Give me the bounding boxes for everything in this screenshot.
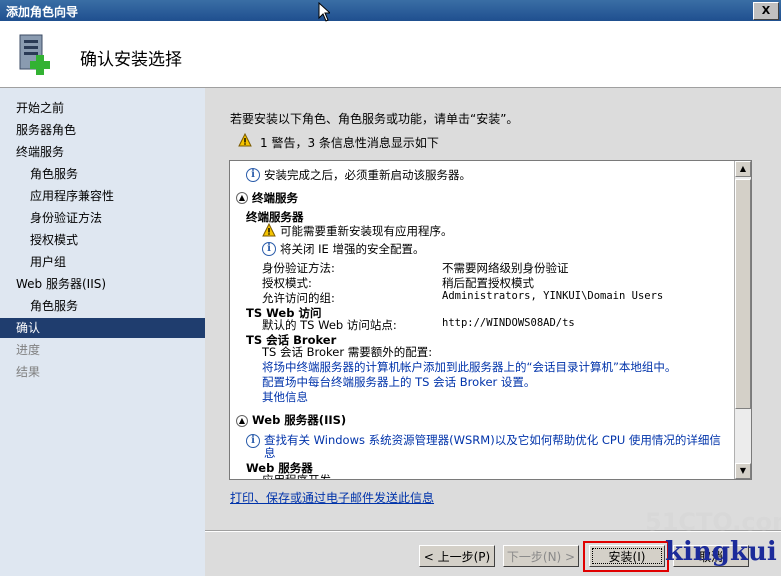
nav-item-auth-method[interactable]: 身份验证方法 bbox=[30, 209, 102, 227]
window-title: 添加角色向导 bbox=[6, 5, 79, 19]
nav-item-progress: 进度 bbox=[16, 343, 41, 357]
broker-link-configure[interactable]: 配置场中每台终端服务器上的 TS 会话 Broker 设置。 bbox=[262, 374, 535, 390]
highlight-box bbox=[583, 541, 669, 572]
info-icon: i bbox=[262, 242, 276, 256]
nav-item-role-services[interactable]: 角色服务 bbox=[30, 165, 78, 183]
nav-item-server-roles[interactable]: 服务器角色 bbox=[16, 121, 76, 139]
tsweb-site-label: 默认的 TS Web 访问站点: bbox=[262, 318, 397, 332]
title-bar: 添加角色向导 X bbox=[0, 0, 781, 21]
site-watermark: 51CTO.com bbox=[645, 508, 781, 536]
ts-warning-text: 可能需要重新安装现有应用程序。 bbox=[280, 224, 453, 238]
nav-item-iis-role-services[interactable]: 角色服务 bbox=[30, 297, 78, 315]
scroll-down-button[interactable]: ▼ bbox=[735, 463, 751, 479]
license-label: 授权模式: bbox=[262, 276, 312, 290]
vertical-scrollbar[interactable]: ▲ ▼ bbox=[734, 161, 751, 479]
broker-link-more-info[interactable]: 其他信息 bbox=[262, 389, 308, 405]
tsweb-site-value: http://WINDOWS08AD/ts bbox=[442, 317, 575, 329]
nav-item-web-server[interactable]: Web 服务器(IIS) bbox=[16, 275, 106, 293]
server-add-icon bbox=[19, 34, 50, 75]
close-button[interactable]: X bbox=[753, 2, 779, 20]
nav-item-confirmation[interactable]: 确认 bbox=[0, 318, 205, 338]
section-web-server: Web 服务器(IIS) bbox=[252, 413, 347, 427]
nav-item-licensing-mode[interactable]: 授权模式 bbox=[30, 231, 78, 249]
nav-item-user-groups[interactable]: 用户组 bbox=[30, 253, 66, 271]
warning-icon bbox=[238, 133, 252, 147]
author-watermark: kingkui bbox=[665, 537, 777, 567]
nav-item-results: 结果 bbox=[16, 365, 41, 379]
auth-value: 不需要网络级别身份验证 bbox=[442, 261, 569, 275]
previous-button[interactable]: < 上一步(P) bbox=[419, 545, 495, 567]
section-terminal-services: 终端服务 bbox=[252, 191, 298, 205]
nav-item-before-you-begin[interactable]: 开始之前 bbox=[16, 99, 64, 117]
groups-value: Administrators, YINKUI\Domain Users bbox=[442, 290, 664, 302]
auth-label: 身份验证方法: bbox=[262, 261, 335, 275]
groups-label: 允许访问的组: bbox=[262, 291, 335, 305]
collapse-icon[interactable]: ▲ bbox=[236, 192, 248, 204]
license-value: 稍后配置授权模式 bbox=[442, 276, 534, 290]
selection-details-list[interactable]: i 安装完成之后，必须重新启动该服务器。 ▲ 终端服务 终端服务器 可能需要重新… bbox=[229, 160, 752, 480]
scroll-thumb[interactable] bbox=[735, 179, 751, 409]
collapse-icon[interactable]: ▲ bbox=[236, 415, 248, 427]
ts-ie-info: 将关闭 IE 增强的安全配置。 bbox=[280, 242, 425, 256]
warning-icon bbox=[262, 223, 276, 237]
print-save-email-link[interactable]: 打印、保存或通过电子邮件发送此信息 bbox=[230, 489, 434, 506]
info-icon: i bbox=[246, 168, 260, 182]
wsrm-info-link-cont[interactable]: 息 bbox=[264, 445, 276, 461]
page-title: 确认安装选择 bbox=[80, 50, 182, 70]
scroll-up-button[interactable]: ▲ bbox=[735, 161, 751, 177]
wsrm-info-link[interactable]: 查找有关 Windows 系统资源管理器(WSRM)以及它如何帮助优化 CPU … bbox=[264, 432, 721, 448]
broker-note: TS 会话 Broker 需要额外的配置: bbox=[262, 345, 433, 359]
iis-app-dev: 应用程序开发 bbox=[262, 473, 331, 480]
intro-text: 若要安装以下角色、角色服务或功能，请单击“安装”。 bbox=[230, 112, 519, 126]
nav-item-app-compat[interactable]: 应用程序兼容性 bbox=[30, 187, 114, 205]
warning-summary-text: 1 警告，3 条信息性消息显示如下 bbox=[260, 136, 439, 150]
info-icon: i bbox=[246, 434, 260, 448]
mouse-cursor-icon bbox=[318, 2, 330, 22]
wizard-header: 确认安装选择 bbox=[0, 21, 781, 88]
broker-link-add-accounts[interactable]: 将场中终端服务器的计算机帐户添加到此服务器上的“会话目录计算机”本地组中。 bbox=[262, 359, 676, 375]
restart-info: 安装完成之后，必须重新启动该服务器。 bbox=[264, 168, 471, 182]
nav-item-terminal-services[interactable]: 终端服务 bbox=[16, 143, 64, 161]
next-button: 下一步(N) > bbox=[503, 545, 579, 567]
